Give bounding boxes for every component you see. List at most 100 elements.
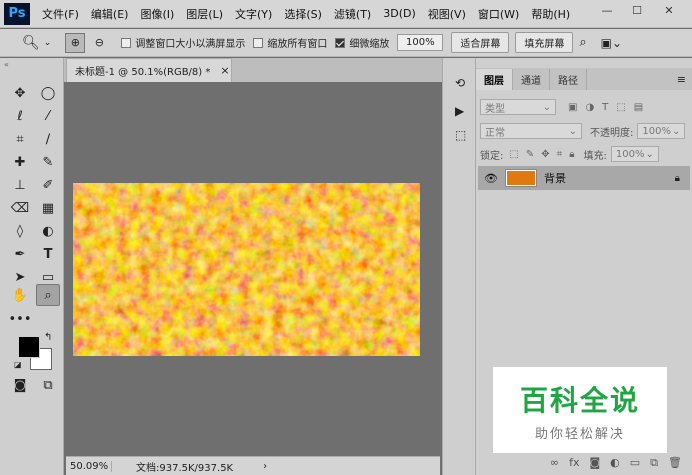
dodge-icon[interactable]: ◐ — [36, 220, 60, 242]
menu-type[interactable]: 文字(Y) — [229, 6, 278, 22]
zoom-icon[interactable]: ⌕ — [36, 284, 60, 306]
eraser-icon[interactable]: ⌫ — [8, 197, 32, 219]
filter-type-icons[interactable]: ▣◑T⬚▤ — [568, 102, 651, 113]
menu-window[interactable]: 窗口(W) — [472, 6, 525, 22]
folder-icon[interactable]: ▭ — [630, 456, 640, 469]
fill-label: 填充: — [583, 150, 607, 162]
filter-row: 类型 ⌄ ▣◑T⬚▤ — [476, 96, 692, 118]
resize-windows-label: 调整窗口大小以满屏显示 — [135, 39, 246, 50]
close-button[interactable]: ✕ — [656, 0, 682, 20]
menu-file[interactable]: 文件(F) — [36, 6, 85, 22]
fx-icon[interactable]: fx — [569, 456, 579, 469]
menu-3d[interactable]: 3D(D) — [377, 7, 422, 20]
elliptical-marquee-icon[interactable]: ◯ — [36, 82, 60, 104]
gradient-icon[interactable]: ▦ — [36, 197, 60, 219]
fill-field[interactable]: 100% ⌄ — [610, 146, 659, 162]
document-canvas[interactable] — [73, 183, 420, 356]
zoom-tool-preset-icon[interactable]: 🔍︎ — [22, 35, 40, 51]
status-doc-size: 文档:937.5K/937.5K — [136, 462, 234, 474]
chevron-down-icon[interactable]: ⌄ — [44, 38, 52, 48]
minimize-button[interactable]: — — [594, 0, 620, 20]
opacity-field[interactable]: 100% ⌄ — [637, 123, 686, 139]
layer-row[interactable]: 👁︎ 背景 🔒︎ — [478, 166, 690, 190]
more-tools-icon[interactable]: ••• — [8, 308, 32, 330]
lasso-icon[interactable]: ℓ — [8, 105, 32, 127]
panel-tabs: 图层 通道 路径 ≡ — [476, 68, 692, 90]
search-icon[interactable]: ⌕ — [579, 35, 586, 50]
history-icon[interactable]: ⟲ — [455, 76, 465, 90]
resize-windows-checkbox[interactable] — [121, 37, 132, 48]
panel-bottom-bar: ∞ fx ◙ ◐ ▭ ⧉ 🗑︎ — [476, 450, 692, 475]
layer-name[interactable]: 背景 — [544, 170, 566, 186]
panel-menu-icon[interactable]: ≡ — [677, 73, 686, 90]
panel-icon-strip: ⟲ ▶ ⬚ — [442, 58, 476, 475]
blur-icon[interactable]: ◊ — [8, 220, 32, 242]
opacity-label: 不透明度: — [590, 127, 634, 139]
lock-icons[interactable]: ⬚✎✥⌗🔒︎ — [509, 149, 581, 160]
zoom-value-field[interactable]: 100% — [397, 34, 444, 51]
screen-mode-icon[interactable]: ⧉ — [36, 374, 60, 396]
brush-icon[interactable]: ✎ — [36, 151, 60, 173]
fit-screen-button[interactable]: 适合屏幕 — [451, 32, 510, 53]
blend-mode-label: 正常 — [485, 127, 505, 139]
fill-screen-button[interactable]: 填充屏幕 — [515, 32, 574, 53]
status-zoom[interactable]: 50.09% — [66, 460, 112, 472]
pen-icon[interactable]: ✒ — [8, 243, 32, 265]
menu-filter[interactable]: 滤镜(T) — [328, 6, 377, 22]
collapse-icon[interactable]: « — [4, 60, 9, 69]
chevron-down-icon: ⌄ — [542, 101, 551, 113]
document-tab-title: 未标题-1 @ 50.1%(RGB/8) * — [75, 67, 211, 78]
document-tab[interactable]: 未标题-1 @ 50.1%(RGB/8) * × — [66, 58, 232, 82]
foreground-color-swatch[interactable] — [18, 336, 40, 358]
tab-paths[interactable]: 路径 — [550, 69, 587, 90]
hand-icon[interactable]: ✋ — [8, 284, 32, 306]
swap-colors-icon[interactable]: ↰ — [44, 332, 52, 343]
filter-kind-select[interactable]: 类型 ⌄ — [480, 99, 556, 115]
resize-windows-option[interactable]: 调整窗口大小以满屏显示 — [121, 35, 245, 50]
menu-select[interactable]: 选择(S) — [278, 6, 328, 22]
scrubby-zoom-option[interactable]: 细微缩放 — [335, 35, 389, 50]
close-tab-icon[interactable]: × — [220, 64, 229, 77]
blend-mode-select[interactable]: 正常 ⌄ — [480, 123, 582, 139]
layer-thumbnail — [505, 170, 536, 186]
default-colors-icon[interactable]: ◪ — [14, 360, 22, 369]
menu-help[interactable]: 帮助(H) — [525, 6, 576, 22]
fire-texture — [73, 183, 420, 356]
quick-mask-icon[interactable]: ◙ — [8, 374, 32, 396]
zoom-in-icon[interactable]: ⊕ — [65, 32, 86, 53]
move-icon[interactable]: ✥ — [8, 82, 32, 104]
scrubby-zoom-checkbox[interactable] — [335, 37, 346, 48]
adjustment-icon[interactable]: ◐ — [610, 456, 620, 469]
type-icon[interactable]: T — [36, 243, 60, 265]
maximize-button[interactable]: ☐ — [624, 0, 650, 20]
crop-icon[interactable]: ⌗ — [8, 128, 32, 150]
menu-layer[interactable]: 图层(L) — [180, 6, 229, 22]
blend-row: 正常 ⌄ 不透明度: 100% ⌄ — [476, 120, 692, 142]
tab-layers[interactable]: 图层 — [476, 69, 513, 90]
trash-icon[interactable]: 🗑︎ — [668, 456, 682, 469]
clone-stamp-icon[interactable]: ⊥ — [8, 174, 32, 196]
link-icon[interactable]: ∞ — [550, 456, 559, 469]
zoom-all-label: 缩放所有窗口 — [267, 39, 328, 50]
filter-kind-label: 类型 — [485, 103, 505, 115]
menu-view[interactable]: 视图(V) — [422, 6, 472, 22]
status-menu-arrow[interactable]: › — [263, 461, 267, 472]
workspace-icon[interactable]: ▣⌄ — [601, 36, 622, 50]
magic-wand-icon[interactable]: ⁄ — [36, 105, 60, 127]
3d-icon[interactable]: ⬚ — [455, 128, 466, 142]
mask-icon[interactable]: ◙ — [589, 456, 600, 469]
eyedropper-icon[interactable]: ∕ — [36, 128, 60, 150]
actions-play-icon[interactable]: ▶ — [455, 104, 464, 118]
zoom-out-icon[interactable]: ⊖ — [89, 33, 109, 53]
eye-icon[interactable]: 👁︎ — [484, 172, 498, 185]
healing-brush-icon[interactable]: ✚ — [8, 151, 32, 173]
zoom-all-option[interactable]: 缩放所有窗口 — [253, 35, 327, 50]
tab-channels[interactable]: 通道 — [513, 69, 550, 90]
opacity-value: 100% — [642, 125, 671, 137]
zoom-all-checkbox[interactable] — [253, 37, 264, 48]
new-layer-icon[interactable]: ⧉ — [650, 456, 658, 470]
menu-image[interactable]: 图像(I) — [134, 6, 180, 22]
menu-edit[interactable]: 编辑(E) — [85, 6, 135, 22]
tools-panel: « ✥ ◯ ℓ ⁄ ⌗ ∕ ✚ ✎ ⊥ ✐ ⌫ ▦ ◊ ◐ ✒ T ➤ ▭ ✋ … — [0, 58, 64, 475]
history-brush-icon[interactable]: ✐ — [36, 174, 60, 196]
